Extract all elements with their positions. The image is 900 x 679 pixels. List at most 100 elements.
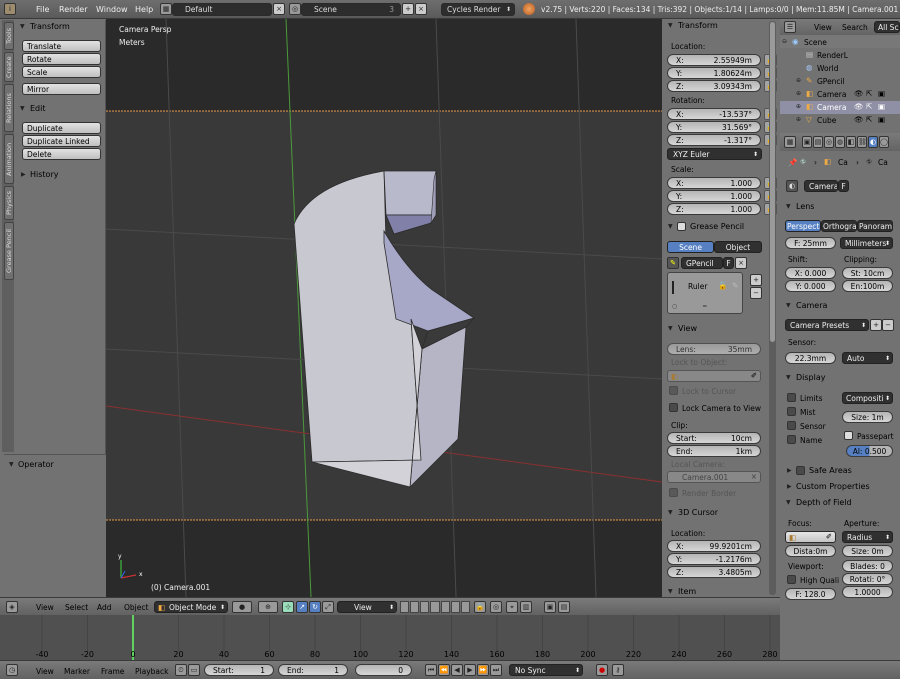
collapse-icon[interactable]: ▼ bbox=[668, 325, 673, 332]
passepartout-alpha-slider[interactable]: Al: 0.500 bbox=[846, 445, 893, 457]
transform-panel-header[interactable]: Transform bbox=[678, 21, 718, 30]
outliner-item-renderlayers[interactable]: RenderL bbox=[817, 51, 848, 60]
display-panel-header[interactable]: Display bbox=[796, 373, 826, 382]
collapse-icon[interactable]: ▼ bbox=[20, 105, 25, 112]
tab-grease-pencil[interactable]: Grease Pencil bbox=[4, 222, 14, 280]
jump-end-icon[interactable]: ⏭ bbox=[490, 664, 502, 676]
scene-tab-icon[interactable]: ◎ bbox=[824, 136, 834, 148]
remove-preset-icon[interactable]: − bbox=[882, 319, 894, 331]
high-quality-checkbox[interactable] bbox=[787, 575, 796, 584]
outliner-display-mode[interactable]: All Sc bbox=[874, 21, 900, 33]
limits-checkbox[interactable] bbox=[787, 393, 796, 402]
auto-keying-icon[interactable]: ● bbox=[596, 664, 608, 676]
menu-help[interactable]: Help bbox=[135, 5, 153, 14]
rotate-button[interactable]: Rotate bbox=[22, 53, 101, 65]
pin-icon[interactable]: 📌 bbox=[788, 158, 797, 167]
list-grip-icon[interactable]: ○ bbox=[672, 303, 677, 310]
cursor-x-field[interactable]: X: 99.9201cm bbox=[667, 540, 761, 552]
menu-file[interactable]: File bbox=[36, 5, 49, 14]
pivot-point-icon[interactable]: ⊕ bbox=[258, 601, 278, 613]
current-frame-field[interactable]: 0 bbox=[355, 664, 412, 676]
snap-element-icon[interactable]: ▥ bbox=[520, 601, 532, 613]
end-frame-field[interactable]: End: 1 bbox=[278, 664, 348, 676]
lock-to-cursor-checkbox[interactable] bbox=[669, 386, 678, 395]
menu-view[interactable]: View bbox=[36, 603, 54, 612]
screen-layout-icon[interactable]: ▦ bbox=[160, 3, 172, 15]
focus-distance-field[interactable]: Dista:0m bbox=[785, 545, 836, 557]
menu-window[interactable]: Window bbox=[96, 5, 128, 14]
fake-user-button[interactable]: F bbox=[838, 180, 849, 192]
scale-z-field[interactable]: Z: 1.000 bbox=[667, 203, 761, 215]
tab-animation[interactable]: Animation bbox=[4, 134, 14, 184]
mist-checkbox[interactable] bbox=[787, 407, 796, 416]
timeline-menu-view[interactable]: View bbox=[36, 667, 54, 676]
remove-layer-icon[interactable]: − bbox=[750, 287, 762, 299]
eye-icon[interactable]: 👁 bbox=[854, 102, 864, 111]
edit-panel-header[interactable]: Edit bbox=[30, 104, 46, 113]
play-icon[interactable]: ▶ bbox=[464, 664, 476, 676]
renderlayer-tab-icon[interactable]: ▤ bbox=[813, 136, 823, 148]
layer-lock-icon[interactable]: 🔒 bbox=[474, 601, 486, 613]
render-animation-icon[interactable]: ▤ bbox=[558, 601, 570, 613]
expand-icon[interactable]: ▶ bbox=[787, 467, 792, 474]
location-x-field[interactable]: X: 2.55949m bbox=[667, 54, 761, 66]
properties-editor-icon[interactable]: ▦ bbox=[784, 136, 796, 148]
object-tab-icon[interactable]: ◧ bbox=[846, 136, 856, 148]
sensor-fit-select[interactable]: Auto ⬍ bbox=[842, 352, 893, 364]
jump-keyframe-back-icon[interactable]: ⏪ bbox=[438, 664, 450, 676]
snap-icon[interactable]: ⌖ bbox=[506, 601, 518, 613]
breadcrumb-object[interactable]: Ca bbox=[838, 158, 848, 167]
lens-unit-select[interactable]: Millimeters ⬍ bbox=[840, 237, 893, 249]
timeline-editor-icon[interactable]: ◷ bbox=[6, 664, 18, 676]
sensor-size-field[interactable]: 22.3mm bbox=[785, 352, 836, 364]
eye-icon[interactable]: 👁 bbox=[854, 115, 864, 124]
scene-icon[interactable]: ◎ bbox=[289, 3, 301, 15]
lock-icon[interactable]: 🔓 bbox=[718, 281, 727, 290]
timeline-menu-playback[interactable]: Playback bbox=[135, 667, 168, 676]
local-camera-field[interactable]: Camera.001 × bbox=[667, 471, 761, 483]
outliner-editor-icon[interactable]: ☰ bbox=[784, 21, 796, 33]
rotation-x-field[interactable]: X: -13.537° bbox=[667, 108, 761, 120]
gp-layer-list[interactable]: Ruler 🔓 ✎ ○ ═ bbox=[667, 272, 743, 314]
collapse-icon[interactable]: ▼ bbox=[786, 302, 791, 309]
name-display-checkbox[interactable] bbox=[787, 435, 796, 444]
start-frame-field[interactable]: Start: 1 bbox=[204, 664, 274, 676]
expand-icon[interactable]: ▶ bbox=[21, 171, 26, 178]
expand-icon[interactable]: ▶ bbox=[787, 483, 792, 490]
play-reverse-icon[interactable]: ◀ bbox=[451, 664, 463, 676]
outliner-item-world[interactable]: World bbox=[817, 64, 839, 73]
transform-orientation-select[interactable]: View ⬍ bbox=[337, 601, 397, 613]
tab-physics[interactable]: Physics bbox=[4, 186, 14, 220]
scene-field[interactable]: Scene 3 bbox=[301, 3, 401, 16]
proportional-edit-icon[interactable]: ◎ bbox=[490, 601, 502, 613]
physics-tab-icon[interactable]: ◯ bbox=[879, 136, 889, 148]
screen-layout-field[interactable]: Default bbox=[172, 3, 272, 16]
shift-y-field[interactable]: Y: 0.000 bbox=[785, 280, 836, 292]
aperture-rotation-field[interactable]: Rotati: 0° bbox=[842, 573, 893, 585]
manipulator-toggle-icon[interactable]: ⊹ bbox=[282, 601, 294, 613]
constraints-tab-icon[interactable]: ⛓ bbox=[857, 136, 867, 148]
cursor-icon[interactable]: ⇱ bbox=[866, 102, 872, 111]
record-timer-icon[interactable]: ⏲ bbox=[175, 664, 187, 676]
shading-mode-icon[interactable]: ● bbox=[232, 601, 252, 613]
collapse-icon[interactable]: ▼ bbox=[668, 509, 673, 516]
timeline[interactable]: -40 -20 0 20 40 60 80 100 120 140 160 180 200 220 240 2… bbox=[0, 615, 780, 660]
collapse-icon[interactable]: ▼ bbox=[9, 461, 14, 468]
outliner-item-camera[interactable]: Camera bbox=[817, 90, 846, 99]
jump-start-icon[interactable]: ⏮ bbox=[425, 664, 437, 676]
outliner-item-gpencil[interactable]: GPencil bbox=[817, 77, 845, 86]
translate-button[interactable]: Translate bbox=[22, 40, 101, 52]
scene-crumb-icon[interactable]: ⛗ bbox=[800, 157, 806, 167]
outliner-item-camera-001[interactable]: Camera bbox=[817, 103, 846, 112]
clip-end-field[interactable]: En:100m bbox=[842, 280, 893, 292]
add-scene-icon[interactable]: + bbox=[402, 3, 414, 15]
custom-properties-header[interactable]: Custom Properties bbox=[796, 482, 870, 491]
pencil-icon[interactable]: ✎ bbox=[667, 257, 679, 269]
grease-pencil-header[interactable]: Grease Pencil bbox=[690, 222, 744, 231]
tab-create[interactable]: Create bbox=[4, 52, 14, 82]
history-panel-header[interactable]: History bbox=[30, 170, 58, 179]
gp-scene-toggle[interactable]: Scene bbox=[667, 241, 714, 253]
world-tab-icon[interactable]: ◍ bbox=[835, 136, 845, 148]
aperture-ratio-field[interactable]: 1.0000 bbox=[842, 586, 893, 598]
collapse-icon[interactable]: ▼ bbox=[668, 223, 673, 230]
